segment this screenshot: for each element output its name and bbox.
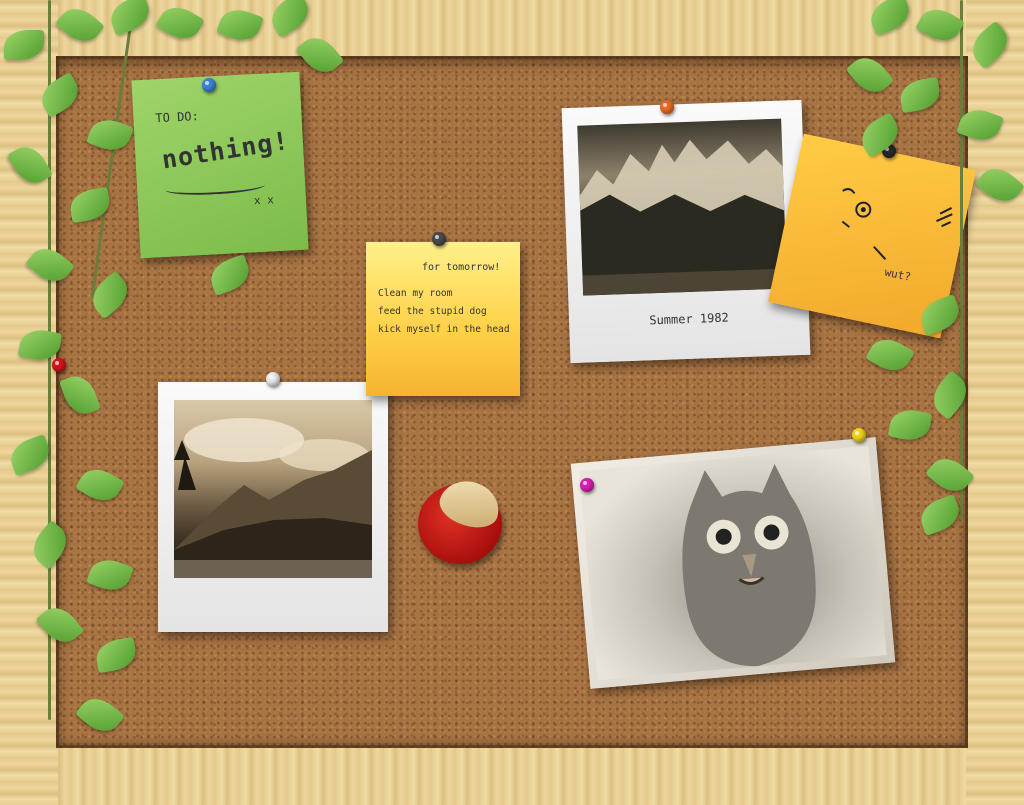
blue-pushpin-icon[interactable]	[202, 78, 216, 92]
mountain-illustration	[579, 139, 788, 296]
owl-photo-card[interactable]	[570, 437, 896, 689]
polaroid-lake-photo[interactable]	[158, 382, 388, 632]
orange-pushpin-icon[interactable]	[660, 100, 674, 114]
corkboard-scene: Summer 1982 TO DO: nothing! x x for tomo…	[0, 0, 1024, 805]
owl-photo	[579, 445, 887, 681]
tomorrow-list: Clean my room feed the stupid dog kick m…	[378, 288, 510, 342]
lake-illustration	[174, 418, 372, 578]
photo-caption: Summer 1982	[649, 310, 730, 328]
todo-label: TO DO:	[155, 109, 200, 126]
list-item: Clean my room	[378, 288, 453, 299]
mountain-photo	[577, 118, 788, 296]
todo-main-text: nothing!	[159, 125, 292, 175]
wood-frame-top	[0, 0, 1024, 58]
tomorrow-sticky-note[interactable]: for tomorrow! Clean my room feed the stu…	[366, 242, 520, 396]
lake-photo	[174, 400, 372, 578]
gray-pushpin-icon[interactable]	[432, 232, 446, 246]
scribble-underline	[164, 177, 266, 197]
polaroid-summer-photo[interactable]: Summer 1982	[561, 99, 811, 364]
list-item: feed the stupid dog	[378, 306, 487, 317]
wood-frame-bottom	[0, 746, 1024, 805]
white-pushpin-icon[interactable]	[266, 372, 280, 386]
todo-sticky-note[interactable]: TO DO: nothing! x x	[131, 71, 309, 259]
magenta-pushpin-icon[interactable]	[580, 478, 594, 492]
red-pushpin-icon[interactable]	[52, 358, 66, 372]
tomorrow-heading: for tomorrow!	[422, 262, 501, 273]
yellow-pushpin-icon[interactable]	[852, 428, 866, 442]
todo-face-doodle: x x	[253, 193, 275, 208]
owl-illustration	[682, 464, 816, 667]
list-item: kick myself in the head	[378, 324, 510, 335]
